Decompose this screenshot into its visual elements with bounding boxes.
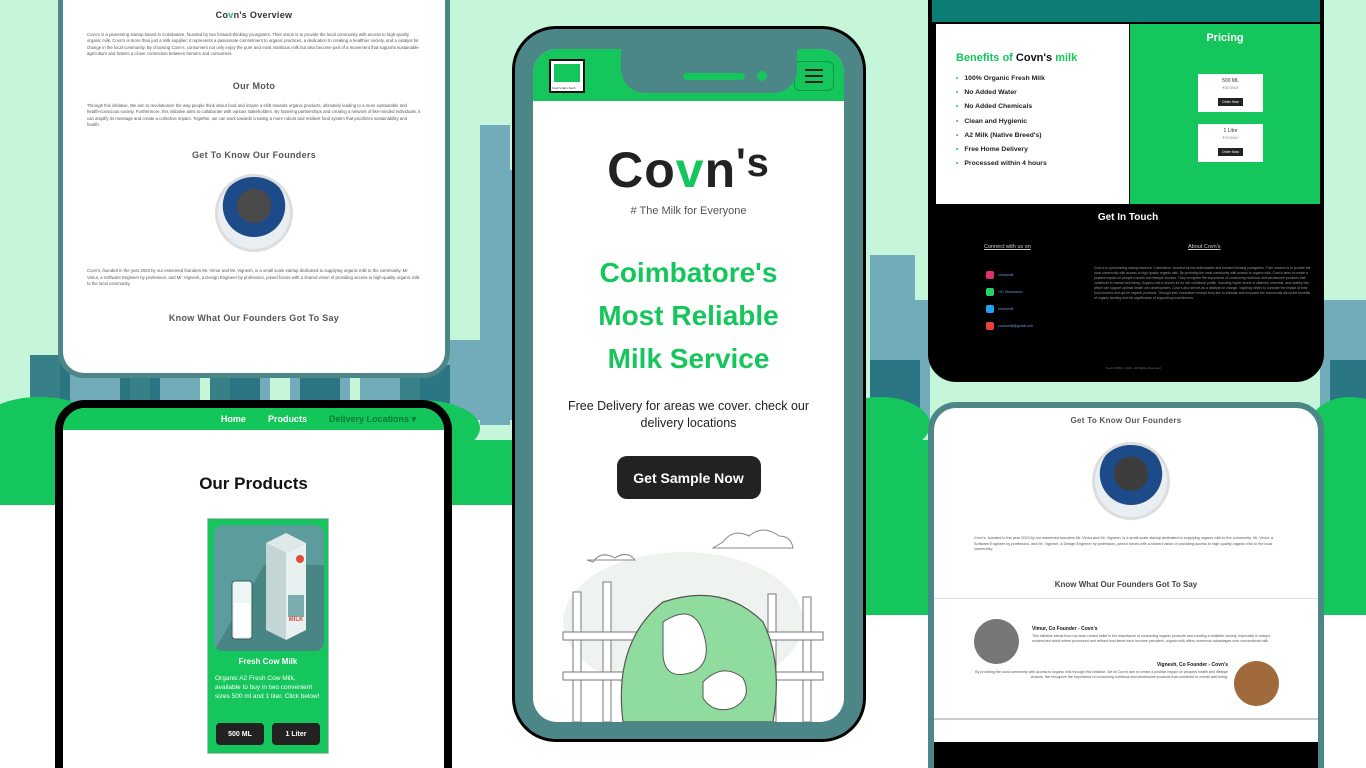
tagline: # The Milk for Everyone [630, 205, 747, 217]
moto-title: Our Moto [232, 81, 276, 92]
instagram-link[interactable]: covnsmilk [986, 266, 1033, 283]
pricing-title: Pricing [1206, 32, 1244, 44]
founders-page-screenshot: Get To Know Our Founders Covn's, founded… [928, 402, 1324, 768]
buy-500ml-button[interactable]: 500 ML [216, 723, 264, 745]
avatar [974, 619, 1019, 664]
overview-title: Covn's Overview [215, 10, 293, 20]
contact-section: Get In Touch Connect with us on About Co… [936, 210, 1320, 376]
founders-text: Covn's, founded in the year 2023 by our … [974, 536, 1274, 551]
order-now-button[interactable]: Order Now [1218, 148, 1243, 156]
about-text: Covn's is a pioneering startup based in … [1094, 266, 1311, 300]
founders-title: Get To Know Our Founders [1070, 416, 1182, 425]
twitter-icon [986, 304, 994, 313]
about-page-screenshot: Covn's Overview Covn's is a pioneering s… [58, 0, 450, 378]
avatar [1234, 661, 1279, 706]
home-page-phone: Covn's farm fresh Covn's # The Milk for … [512, 26, 866, 742]
nav-delivery-locations[interactable]: Delivery Locations ▾ [329, 414, 416, 425]
footer-copyright: Covn's Milk © 2023 - All Rights Reserved [1106, 366, 1161, 370]
get-sample-button[interactable]: Get Sample Now [616, 456, 761, 499]
camera-icon [757, 71, 767, 81]
benefits-title: Benefits of Covn's milk [956, 52, 1078, 64]
gmail-link[interactable]: covnsmilk@gmail.com [986, 317, 1033, 334]
teal-header-bar [932, 0, 1320, 22]
price-card-500ml: 500 ML ₹35 ONLY Order Now [1198, 74, 1263, 112]
benefit-item: Free Home Delivery [956, 143, 1109, 157]
instagram-icon [986, 270, 994, 279]
hero-headline: Coimbatore's Most Reliable Milk Service [598, 257, 779, 374]
cow-logo-icon [554, 64, 580, 82]
home-screen: Covn's farm fresh Covn's # The Milk for … [533, 49, 844, 722]
products-title: Our Products [199, 474, 308, 493]
price-card-1litre: 1 Litre ₹70 ONLY Order Now [1198, 124, 1263, 162]
benefit-item: 100% Organic Fresh Milk [956, 72, 1109, 86]
product-card: MILK Fresh Cow Milk Organic A2 Fresh Cow… [207, 518, 329, 754]
founders-say-title: Know What Our Founders Got To Say [1054, 580, 1198, 589]
hero-subtitle: Free Delivery for areas we cover. check … [567, 399, 810, 430]
svg-text:MILK: MILK [289, 617, 304, 623]
benefit-item: Clean and Hygienic [956, 115, 1109, 129]
benefit-item: No Added Chemicals [956, 100, 1109, 114]
benefit-item: A2 Milk (Native Breed's) [956, 129, 1109, 143]
buy-1liter-button[interactable]: 1 Liter [272, 723, 320, 745]
about-link[interactable]: About Covn's [1188, 244, 1221, 250]
testimonial-vignesh: Vignesh, Co Founder - Covn's By providing… [975, 662, 1228, 680]
founders-title: Get To Know Our Founders [191, 150, 317, 161]
testimonials: Vimur, Co Founder - Covn's This initiativ… [934, 598, 1318, 720]
founders-photo [1092, 442, 1170, 520]
whatsapp-icon [986, 287, 994, 296]
whatsapp-link[interactable]: +91 9xxxxxxxxx [986, 283, 1033, 300]
pricing-section: Pricing 500 ML ₹35 ONLY Order Now 1 Litr… [1130, 24, 1320, 204]
product-description: Organic A2 Fresh Cow Milk, available to … [215, 675, 320, 700]
footer-bar [934, 742, 1318, 768]
twitter-link[interactable]: covnsmilk [986, 300, 1033, 317]
overview-text: Covn's is a pioneering startup based in … [87, 32, 419, 56]
hamburger-menu-icon[interactable] [794, 61, 834, 91]
benefits-pricing-page: Benefits of Covn's milk 100% Organic Fre… [928, 0, 1324, 382]
benefit-item: No Added Water [956, 86, 1109, 100]
milk-carton-illustration: MILK [214, 525, 324, 651]
covns-logo[interactable]: Covn's farm fresh [549, 59, 585, 93]
nav-home[interactable]: Home [221, 414, 246, 424]
product-name: Fresh Cow Milk [238, 657, 298, 666]
founders-say-title: Know What Our Founders Got To Say [168, 313, 340, 324]
connect-link[interactable]: Connect with us on [984, 244, 1031, 250]
get-in-touch-title: Get In Touch [1097, 212, 1159, 223]
benefits-list: 100% Organic Fresh Milk No Added Water N… [956, 72, 1109, 171]
social-links: covnsmilk +91 9xxxxxxxxx covnsmilk covns… [986, 266, 1033, 334]
products-navbar: Home Products Delivery Locations ▾ [63, 408, 444, 430]
order-now-button[interactable]: Order Now [1218, 98, 1243, 106]
gmail-icon [986, 321, 994, 330]
benefits-section: Benefits of Covn's milk 100% Organic Fre… [936, 24, 1129, 204]
moto-text: Through this initiative, We aim to revol… [87, 103, 421, 128]
cow-farm-illustration [562, 529, 824, 722]
founders-text: Covn's, founded in the year 2023 by our … [87, 268, 420, 286]
products-page-phone: Home Products Delivery Locations ▾ Our P… [55, 400, 452, 768]
brand-wordmark: Covn's [607, 141, 770, 198]
testimonial-vimur: Vimur, Co Founder - Covn's This initiativ… [1032, 626, 1271, 644]
nav-products[interactable]: Products [268, 414, 307, 424]
phone-notch [621, 49, 797, 93]
benefit-item: Processed within 4 hours [956, 157, 1109, 171]
founders-photo [215, 174, 293, 253]
